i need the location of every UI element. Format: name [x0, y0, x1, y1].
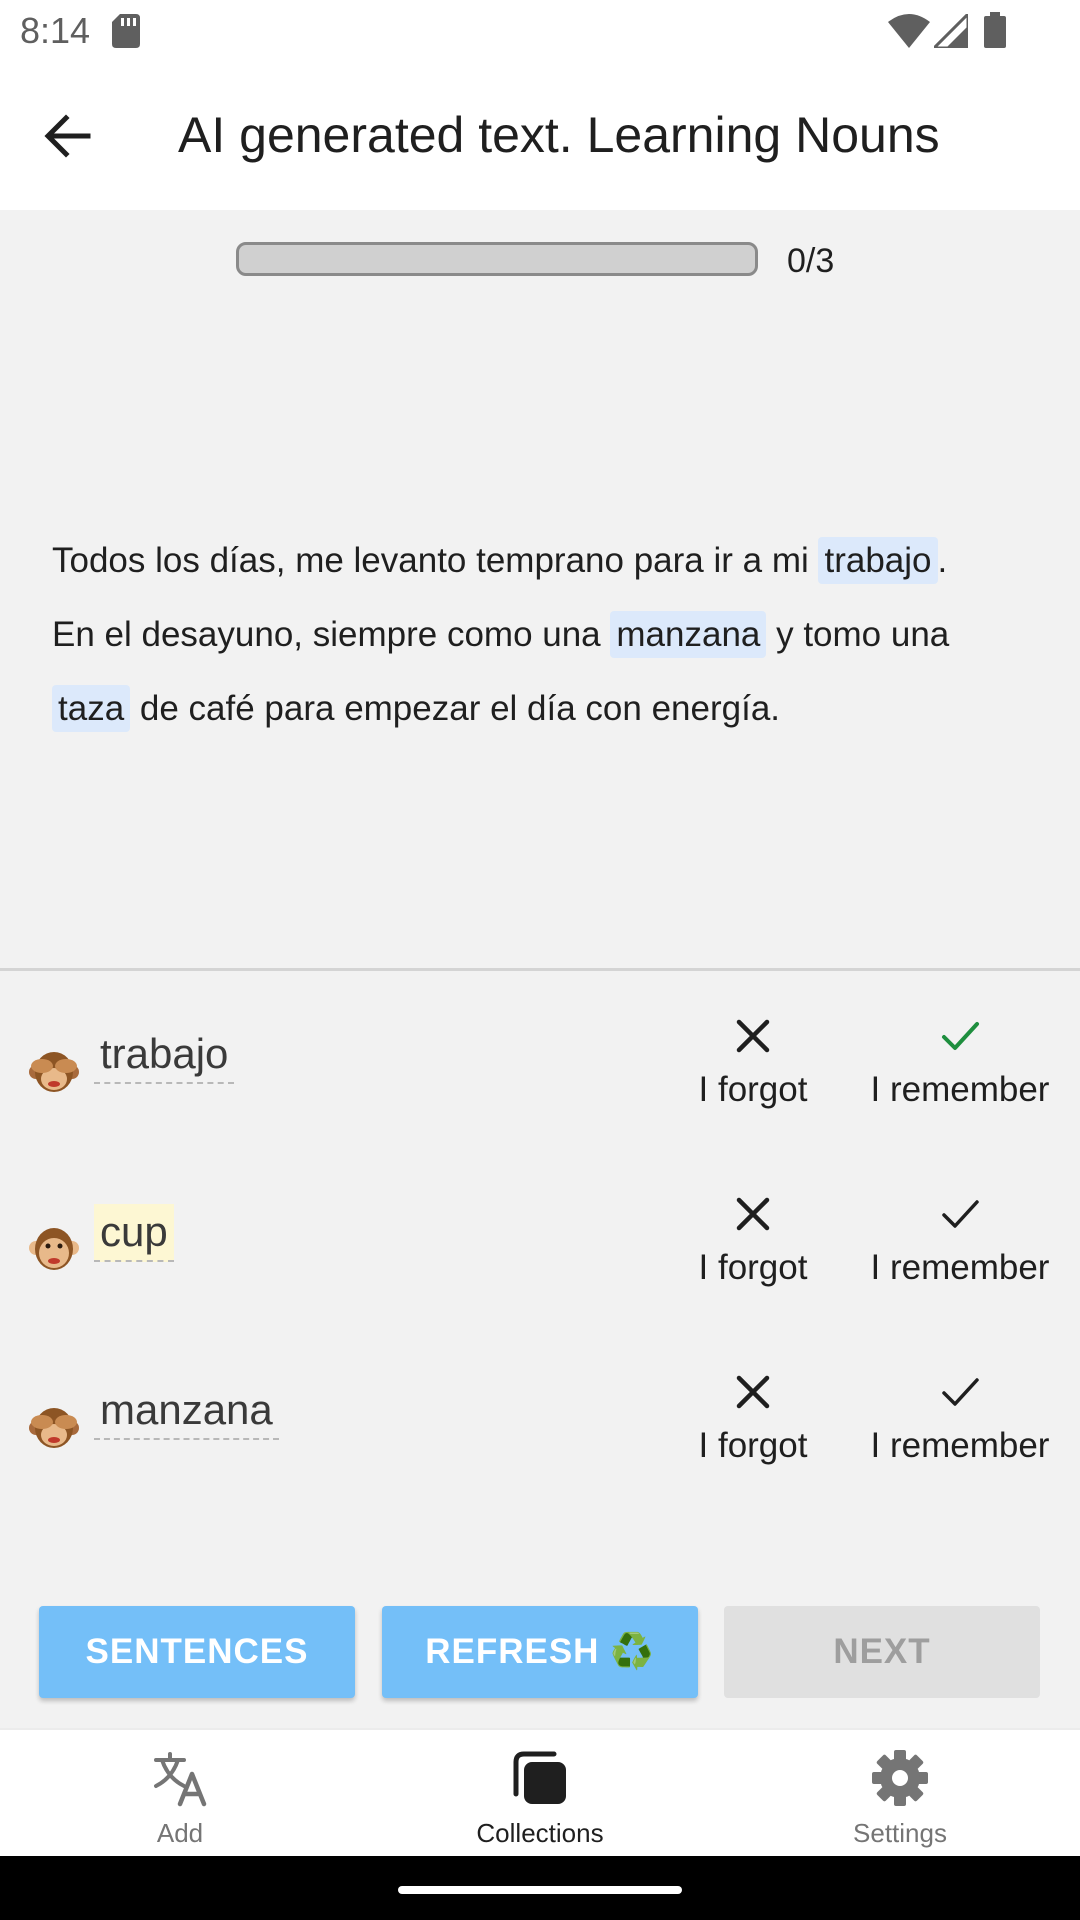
check-icon: [942, 1022, 979, 1050]
cell-signal-icon: [934, 14, 968, 48]
check-icon: [942, 1378, 979, 1406]
wifi-icon: [888, 14, 930, 48]
translate-icon: [154, 1752, 207, 1807]
nav-item-add[interactable]: Add: [30, 1730, 330, 1858]
status-bar: 8:14: [0, 0, 1080, 64]
remember-label: I remember: [870, 1426, 1050, 1465]
remember-button[interactable]: I remember: [860, 1194, 1060, 1288]
check-icon: [942, 1200, 979, 1228]
progress-text: 0/3: [787, 242, 835, 280]
passage-segment: En el desayuno, siempre como una: [52, 615, 611, 654]
nav-item-collections[interactable]: Collections: [390, 1730, 690, 1858]
refresh-button[interactable]: REFRESH ♻️: [382, 1606, 698, 1698]
see-no-evil-monkey-icon: [29, 1408, 79, 1448]
back-arrow-icon[interactable]: [40, 108, 96, 164]
forgot-button[interactable]: I forgot: [680, 1016, 826, 1110]
progress-bar: [236, 242, 758, 276]
home-gesture-handle[interactable]: [398, 1886, 682, 1894]
forgot-label: I forgot: [698, 1070, 808, 1109]
battery-icon: [984, 12, 1006, 48]
remember-label: I remember: [870, 1248, 1050, 1287]
passage-segment: de café para empezar el día con energía.: [130, 689, 781, 728]
sd-card-icon: [112, 14, 140, 48]
forgot-label: I forgot: [698, 1248, 808, 1287]
passage-segment: y tomo una: [766, 615, 950, 654]
collections-icon: [513, 1751, 566, 1804]
nav-label-collections: Collections: [476, 1818, 604, 1848]
forgot-button[interactable]: I forgot: [680, 1372, 826, 1466]
close-icon: [736, 1197, 770, 1231]
passage-segment: .: [937, 541, 948, 580]
status-time: 8:14: [20, 10, 91, 51]
bottom-navigation: Add Collections Settings: [0, 1728, 1080, 1858]
highlighted-word-trabajo[interactable]: trabajo: [818, 537, 938, 584]
word-card-manzana[interactable]: manzana: [94, 1382, 279, 1440]
word-row: trabajo I forgot I remember: [0, 1006, 1080, 1166]
highlighted-word-manzana[interactable]: manzana: [610, 611, 767, 658]
word-row: cup I forgot I remember: [0, 1184, 1080, 1344]
see-no-evil-monkey-icon: [29, 1052, 79, 1092]
word-card-cup[interactable]: cup: [94, 1204, 174, 1262]
next-button[interactable]: NEXT: [724, 1606, 1040, 1698]
passage-segment: Todos los días, me levanto temprano para…: [52, 541, 819, 580]
gesture-navigation-bar: [0, 1856, 1080, 1920]
nav-label-settings: Settings: [853, 1818, 947, 1848]
forgot-button[interactable]: I forgot: [680, 1194, 826, 1288]
nav-label-add: Add: [156, 1818, 204, 1848]
monkey-face-icon: [29, 1228, 79, 1270]
remember-label: I remember: [870, 1070, 1050, 1109]
word-row: manzana I forgot I remember: [0, 1362, 1080, 1522]
close-icon: [736, 1019, 770, 1053]
app-bar: AI generated text. Learning Nouns: [0, 64, 1080, 210]
sentences-button[interactable]: SENTENCES: [39, 1606, 355, 1698]
close-icon: [736, 1375, 770, 1409]
remember-button[interactable]: I remember: [860, 1016, 1060, 1110]
remember-button[interactable]: I remember: [860, 1372, 1060, 1466]
highlighted-word-taza[interactable]: taza: [52, 685, 131, 732]
gear-icon: [872, 1750, 928, 1806]
passage-text: Todos los días, me levanto temprano para…: [52, 524, 1042, 746]
page-title: AI generated text. Learning Nouns: [178, 107, 940, 163]
divider: [0, 968, 1080, 971]
nav-item-settings[interactable]: Settings: [750, 1730, 1050, 1858]
forgot-label: I forgot: [698, 1426, 808, 1465]
word-card-trabajo[interactable]: trabajo: [94, 1026, 235, 1084]
